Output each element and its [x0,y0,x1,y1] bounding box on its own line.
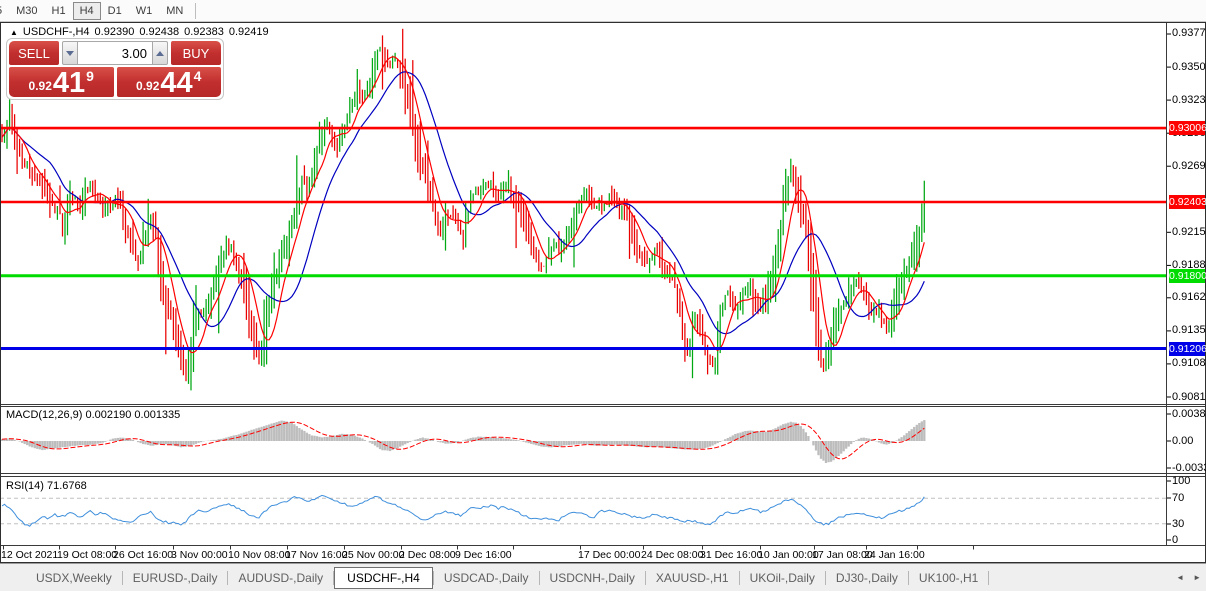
tab-uk100-h1[interactable]: UK100-,H1 [909,568,988,588]
tab-scroll-left-icon[interactable]: ◄ [1176,573,1184,582]
level-price-badge: 0.91800 [1169,269,1205,283]
price-axis-label: 0.93505 [1172,61,1206,73]
sell-button-label: SELL [18,46,50,61]
price-axis-label: 0.93235 [1172,94,1206,106]
triangle-up-icon [156,51,164,56]
rsi-axis-label: 30 [1172,518,1184,530]
ohlc-high: 0.92438 [139,26,179,38]
rsi-axis-label: 100 [1172,475,1190,487]
ohlc-close: 0.92419 [229,26,269,38]
chart-window-frame [1,23,1206,563]
tab-usdcad-daily[interactable]: USDCAD-,Daily [434,568,539,588]
sell-button[interactable]: SELL [9,41,59,65]
time-axis-label: 9 Dec 16:00 [455,549,512,561]
level-price-badge: 0.93006 [1169,121,1205,135]
triangle-down-icon [66,51,74,56]
tab-scroll-arrows: ◄ ► [1176,573,1201,582]
one-click-trading-panel: SELL BUY 0.92 41 9 0.92 [6,38,224,100]
volume-increase-button[interactable] [152,41,168,65]
time-axis-label: 12 Oct 2021 [1,549,58,561]
macd-indicator-label: MACD(12,26,9) 0.002190 0.001335 [6,409,180,421]
time-axis-label: 2 Dec 08:00 [399,549,456,561]
tab-xauusd-h1[interactable]: XAUUSD-,H1 [646,568,739,588]
macd-histogram [2,420,924,463]
time-axis-label: 10 Nov 08:00 [228,549,290,561]
volume-stepper [62,41,168,65]
price-axis-label: 0.93775 [1172,27,1206,39]
time-axis-label: 17 Nov 16:00 [285,549,347,561]
time-axis-label: 3 Nov 00:00 [171,549,228,561]
tab-usdx-weekly[interactable]: USDX,Weekly [26,568,122,588]
tab-audusd-daily[interactable]: AUDUSD-,Daily [228,568,333,588]
rsi-axis-label: 0 [1172,534,1178,546]
chart-ohlc-header: ▲ USDCHF-,H4 0.92390 0.92438 0.92383 0.9… [10,26,269,38]
time-axis-label: 17 Dec 00:00 [578,549,640,561]
buy-price-pips: 44 [160,70,192,97]
tab-eurusd-daily[interactable]: EURUSD-,Daily [123,568,228,588]
buy-button[interactable]: BUY [171,41,221,65]
price-axis-label: 0.92155 [1172,226,1206,238]
time-axis-label: 26 Oct 16:00 [113,549,173,561]
tab-usdchf-h4[interactable]: USDCHF-,H4 [334,567,433,589]
macd-axis-label: 0.00382 [1172,408,1206,420]
macd-axis-label: 0.00 [1172,435,1193,447]
time-axis-label: 19 Oct 08:00 [57,549,117,561]
price-axis[interactable]: 0.937750.935050.932350.929650.926950.921… [1168,0,1206,563]
chart-tab-bar: USDX,WeeklyEURUSD-,DailyAUDUSD-,DailyUSD… [0,563,1206,591]
rsi-axis-label: 70 [1172,492,1184,504]
volume-input[interactable] [78,41,152,65]
ohlc-open: 0.92390 [95,26,135,38]
buy-price-point: 4 [194,67,202,84]
time-axis-label: 31 Dec 16:00 [700,549,762,561]
symbol-title: USDCHF-,H4 [23,26,90,38]
time-axis[interactable]: 12 Oct 202119 Oct 08:0026 Oct 16:003 Nov… [0,549,1167,563]
sell-price-button[interactable]: 0.92 41 9 [9,67,114,97]
rsi-line [2,495,924,526]
sell-price-prefix: 0.92 [29,79,52,97]
buy-price-button[interactable]: 0.92 44 4 [117,67,222,97]
volume-decrease-button[interactable] [62,41,78,65]
tab-separator [988,571,989,585]
level-price-badge: 0.91206 [1169,342,1205,356]
ohlc-low: 0.92383 [184,26,224,38]
time-axis-label: 10 Jan 00:00 [758,549,819,561]
buy-price-prefix: 0.92 [136,79,159,97]
time-axis-label: 24 Dec 08:00 [641,549,703,561]
collapse-panel-icon[interactable]: ▲ [10,27,18,38]
tab-dj30-daily[interactable]: DJ30-,Daily [826,568,908,588]
sell-price-point: 9 [86,67,94,84]
price-axis-label: 0.91350 [1172,324,1206,336]
tab-ukoil-daily[interactable]: UKOil-,Daily [740,568,825,588]
time-axis-label: 24 Jan 16:00 [864,549,925,561]
tab-usdcnh-daily[interactable]: USDCNH-,Daily [540,568,645,588]
price-axis-label: 0.91620 [1172,291,1206,303]
price-axis-label: 0.92695 [1172,160,1206,172]
price-axis-label: 0.90810 [1172,391,1206,403]
buy-button-label: BUY [183,46,210,61]
time-axis-label: 25 Nov 00:00 [342,549,404,561]
tab-scroll-right-icon[interactable]: ► [1193,573,1201,582]
sell-price-pips: 41 [53,70,85,97]
macd-axis-label: -0.0033 [1172,462,1206,474]
level-price-badge: 0.92403 [1169,195,1205,209]
rsi-indicator-label: RSI(14) 71.6768 [6,480,87,492]
price-axis-label: 0.91080 [1172,357,1206,369]
